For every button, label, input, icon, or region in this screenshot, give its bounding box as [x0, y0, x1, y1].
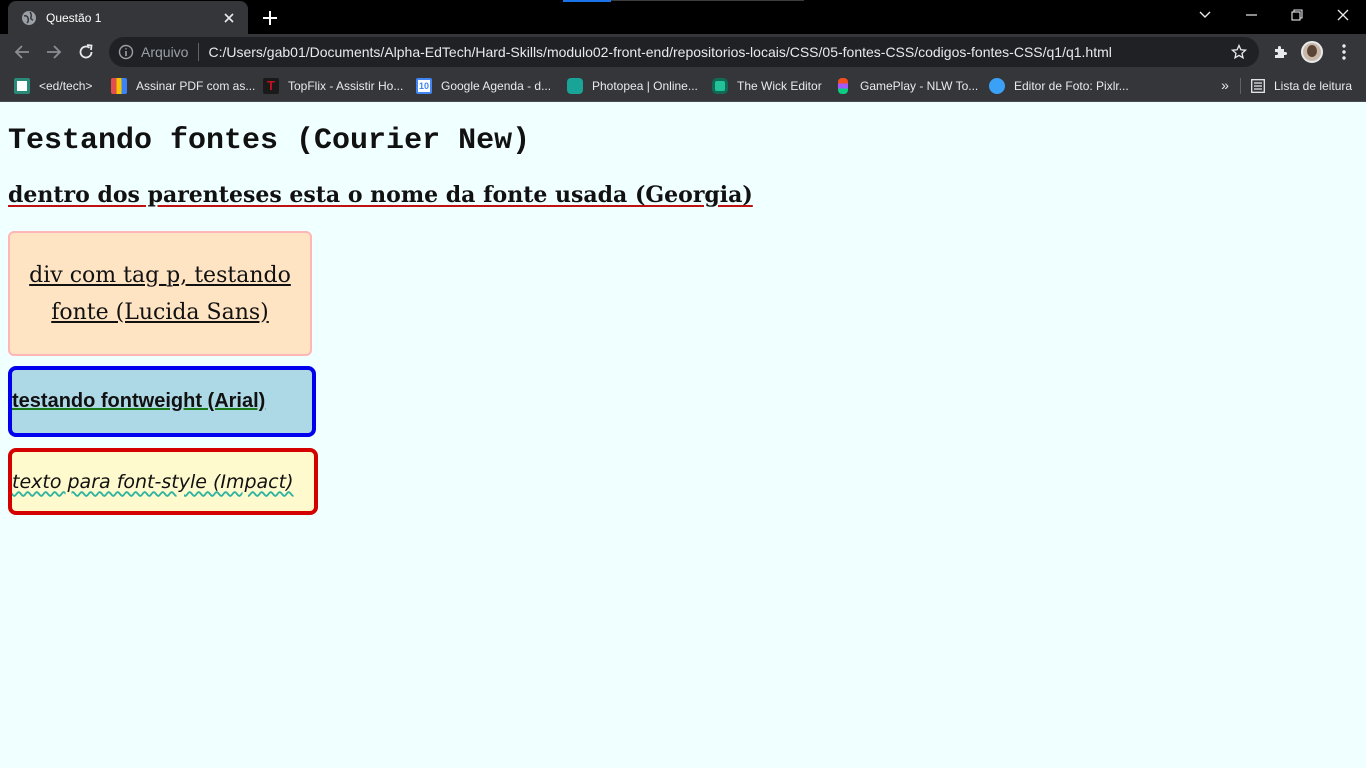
- bookmark-photopea[interactable]: Photopea | Online...: [567, 76, 698, 96]
- arial-text: testando fontweight (Arial): [12, 390, 266, 412]
- page-title: Testando fontes (Courier New): [8, 124, 531, 158]
- bookmark-label: TopFlix - Assistir Ho...: [288, 79, 404, 93]
- bookmark-assinar-pdf[interactable]: Assinar PDF com as...: [111, 76, 255, 96]
- scheme-label: Arquivo: [141, 44, 189, 60]
- url-text[interactable]: C:/Users/gab01/Documents/Alpha-EdTech/Ha…: [208, 44, 1225, 60]
- back-button[interactable]: [8, 38, 36, 66]
- reading-list-icon: [1251, 79, 1265, 93]
- page-content: Testando fontes (Courier New) dentro dos…: [0, 102, 1366, 768]
- impact-text: texto para font-style (Impact): [12, 470, 294, 493]
- reading-list-button[interactable]: Lista de leitura: [1251, 76, 1352, 96]
- arial-box: testando fontweight (Arial): [8, 366, 316, 437]
- reading-list-label: Lista de leitura: [1274, 79, 1353, 93]
- info-icon[interactable]: [118, 44, 134, 60]
- browser-toolbar: Arquivo C:/Users/gab01/Documents/Alpha-E…: [0, 34, 1366, 70]
- lucida-text: div com tag p, testando fonte (Lucida Sa…: [29, 262, 291, 325]
- bookmarks-overflow-button[interactable]: »: [1216, 77, 1234, 95]
- edtech-icon: [14, 78, 30, 94]
- bookmark-label: Assinar PDF com as...: [136, 79, 256, 93]
- browser-tab[interactable]: Questão 1: [8, 1, 248, 34]
- photopea-icon: [567, 78, 583, 94]
- forward-button[interactable]: [40, 38, 68, 66]
- minimize-icon[interactable]: [1228, 0, 1274, 30]
- figma-icon: [838, 78, 848, 94]
- tab-strip: Questão 1: [0, 0, 1366, 34]
- lucida-box: div com tag p, testando fonte (Lucida Sa…: [8, 231, 312, 356]
- bookmark-topflix[interactable]: T TopFlix - Assistir Ho...: [263, 76, 403, 96]
- menu-kebab-icon[interactable]: [1330, 38, 1358, 66]
- bookmark-google-agenda[interactable]: 10 Google Agenda - d...: [416, 76, 551, 96]
- bookmark-label: The Wick Editor: [737, 79, 822, 93]
- new-tab-button[interactable]: [258, 6, 282, 30]
- close-window-icon[interactable]: [1320, 0, 1366, 30]
- extensions-icon[interactable]: [1266, 38, 1294, 66]
- bookmarks-bar: <ed/tech> Assinar PDF com as... T TopFli…: [0, 70, 1366, 102]
- wick-icon: [712, 78, 728, 94]
- reload-button[interactable]: [72, 38, 100, 66]
- page-subtitle: dentro dos parenteses esta o nome da fon…: [8, 182, 753, 208]
- globe-icon: [21, 10, 37, 26]
- pdf-grid-icon: [111, 78, 127, 94]
- bookmark-star-icon[interactable]: [1225, 38, 1253, 66]
- bookmark-pixlr[interactable]: Editor de Foto: Pixlr...: [989, 76, 1129, 96]
- close-tab-icon[interactable]: [220, 9, 238, 27]
- topflix-icon: T: [263, 78, 279, 94]
- bookmark-label: Google Agenda - d...: [441, 79, 552, 93]
- impact-box: texto para font-style (Impact): [8, 448, 318, 515]
- address-bar[interactable]: Arquivo C:/Users/gab01/Documents/Alpha-E…: [109, 37, 1259, 67]
- bookmark-label: Photopea | Online...: [592, 79, 698, 93]
- bookmark-wick-editor[interactable]: The Wick Editor: [712, 76, 822, 96]
- bookmarks-divider: [1240, 78, 1241, 94]
- restore-icon[interactable]: [1274, 0, 1320, 30]
- pixlr-icon: [989, 78, 1005, 94]
- drag-indicator-track: [611, 0, 804, 1]
- tab-title: Questão 1: [46, 10, 102, 25]
- drag-indicator: [563, 0, 611, 2]
- bookmark-label: <ed/tech>: [39, 79, 93, 93]
- bookmark-gameplay[interactable]: GamePlay - NLW To...: [835, 76, 978, 96]
- omnibox-divider: [198, 43, 200, 61]
- tab-search-icon[interactable]: [1182, 0, 1228, 30]
- avatar: [1301, 41, 1323, 63]
- profile-avatar[interactable]: [1298, 38, 1326, 66]
- bookmark-label: Editor de Foto: Pixlr...: [1014, 79, 1129, 93]
- calendar-icon: 10: [416, 78, 432, 94]
- bookmark-edtech[interactable]: <ed/tech>: [14, 76, 92, 96]
- bookmark-label: GamePlay - NLW To...: [860, 79, 979, 93]
